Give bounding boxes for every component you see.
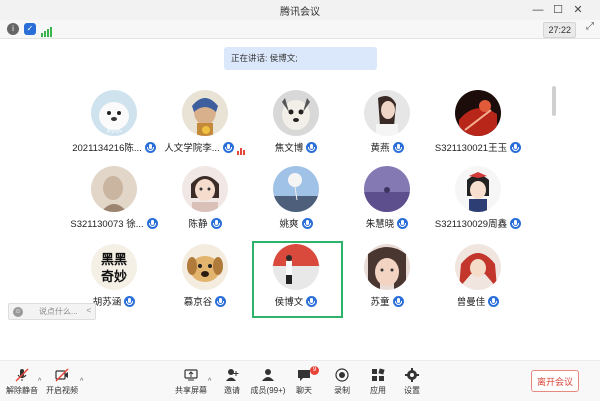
- woman-photo-avatar: [364, 90, 410, 136]
- participant-name: 姚爽: [279, 219, 299, 230]
- mic-icon: [222, 142, 234, 153]
- chat-badge: 9: [310, 366, 319, 375]
- members-icon: [261, 368, 275, 382]
- share-screen-button[interactable]: 共享屏幕: [171, 368, 211, 398]
- participant-tile[interactable]: 黄燕: [342, 90, 432, 166]
- video-options-icon[interactable]: ^: [80, 378, 83, 385]
- chat-icon: [297, 368, 311, 382]
- signal-icon[interactable]: [41, 24, 53, 42]
- chat-placeholder: 说点什么...: [39, 307, 78, 316]
- participant-tile[interactable]: 曾曼佳: [433, 244, 523, 320]
- invite-icon: [225, 368, 239, 382]
- start-video-button[interactable]: 开启视频: [42, 368, 82, 398]
- mic-icon: [124, 296, 136, 307]
- purple-photo-avatar: [364, 166, 410, 212]
- girl-selfie-avatar: [364, 244, 410, 290]
- participant-tile[interactable]: 人文学院李...: [160, 90, 250, 166]
- meeting-timer: 27:22: [543, 22, 576, 38]
- mic-muted-icon: [15, 368, 29, 382]
- puppy-avatar: [182, 244, 228, 290]
- participant-tile[interactable]: 陈静: [160, 166, 250, 242]
- painting-girl-avatar: [182, 90, 228, 136]
- gear-icon: [405, 368, 419, 382]
- participant-tile[interactable]: 焦文博: [251, 90, 341, 166]
- collapse-chat-icon[interactable]: <: [86, 306, 91, 315]
- participant-tile[interactable]: 慕京谷: [160, 244, 250, 320]
- emoji-icon[interactable]: ☺: [13, 307, 23, 317]
- participant-name: 2021134216陈...: [72, 143, 142, 154]
- mic-icon: [392, 296, 404, 307]
- window-title: 腾讯会议: [280, 7, 320, 18]
- participant-name: 胡苏涵: [92, 297, 122, 308]
- active-speaker-frame: [252, 241, 343, 318]
- share-options-icon[interactable]: ^: [208, 378, 211, 385]
- participant-name: 人文学院李...: [164, 143, 220, 154]
- mic-icon: [488, 296, 500, 307]
- red-hair-anime-avatar: [455, 244, 501, 290]
- participant-name: 慕京谷: [183, 297, 213, 308]
- fullscreen-icon[interactable]: ⤢: [586, 21, 594, 32]
- participant-name: S321130021王玉: [434, 143, 508, 154]
- mic-icon: [215, 296, 227, 307]
- svg-text:刘水: 刘水: [106, 124, 122, 134]
- beige-photo-avatar: [91, 166, 137, 212]
- chat-input[interactable]: ☺ 说点什么... <: [8, 303, 96, 320]
- start-video-label: 开启视频: [46, 386, 78, 395]
- settings-label: 设置: [404, 386, 420, 395]
- shield-icon[interactable]: ✓: [24, 23, 36, 35]
- svg-text:奇妙: 奇妙: [101, 269, 127, 285]
- participant-name: 朱慧晓: [365, 219, 395, 230]
- calligraphy-avatar: 黑黑 奇妙: [91, 244, 137, 290]
- mic-icon: [397, 218, 409, 229]
- scrollbar[interactable]: [552, 86, 556, 116]
- audio-options-icon[interactable]: ^: [38, 378, 41, 385]
- participant-name: 曾曼佳: [456, 297, 486, 308]
- settings-button[interactable]: 设置: [392, 368, 432, 398]
- child-photo-avatar: [182, 166, 228, 212]
- mic-icon: [144, 142, 156, 153]
- participant-tile[interactable]: 刘水 2021134216陈...: [69, 90, 159, 166]
- participant-tile[interactable]: S321130021王玉: [433, 90, 523, 166]
- info-bar: i ✓ 27:22 ⤢: [0, 20, 600, 39]
- red-anime-avatar: [455, 90, 501, 136]
- title-bar: 腾讯会议 — ☐ ✕: [0, 0, 600, 20]
- participant-name: 焦文博: [274, 143, 304, 154]
- participant-tile[interactable]: 苏童: [342, 244, 432, 320]
- camera-off-icon: [55, 368, 69, 382]
- participant-name: S321130073 徐...: [70, 219, 144, 230]
- minimize-icon[interactable]: —: [529, 1, 547, 19]
- share-screen-icon: [184, 368, 198, 382]
- maximize-icon[interactable]: ☐: [549, 1, 567, 19]
- info-icon[interactable]: i: [7, 23, 19, 35]
- leave-meeting-button[interactable]: 离开会议: [531, 370, 579, 392]
- mic-level-icon: [236, 144, 246, 155]
- mic-icon: [146, 218, 158, 229]
- close-icon[interactable]: ✕: [569, 1, 587, 19]
- participant-tile[interactable]: S321130029周鑫: [433, 166, 523, 242]
- participant-tile[interactable]: 姚爽: [251, 166, 341, 242]
- participant-name: 陈静: [188, 219, 208, 230]
- anime-girl-avatar: [455, 166, 501, 212]
- mic-icon: [392, 142, 404, 153]
- mic-icon: [306, 142, 318, 153]
- participant-name: 苏童: [370, 297, 390, 308]
- mic-icon: [510, 142, 522, 153]
- dog-avatar: [273, 90, 319, 136]
- svg-text:黑黑: 黑黑: [101, 253, 127, 268]
- participant-tile[interactable]: S321130073 徐...: [69, 166, 159, 242]
- speaking-banner: 正在讲话: 侯博文;: [224, 47, 377, 70]
- participant-name: S321130029周鑫: [434, 219, 508, 230]
- balloon-sky-avatar: [273, 166, 319, 212]
- mic-icon: [301, 218, 313, 229]
- mic-icon: [210, 218, 222, 229]
- participant-name: 黄燕: [370, 143, 390, 154]
- apps-icon: [371, 368, 385, 382]
- record-icon: [335, 368, 349, 382]
- white-dog-avatar: 刘水: [91, 90, 137, 136]
- mic-icon: [510, 218, 522, 229]
- participant-tile[interactable]: 朱慧晓: [342, 166, 432, 242]
